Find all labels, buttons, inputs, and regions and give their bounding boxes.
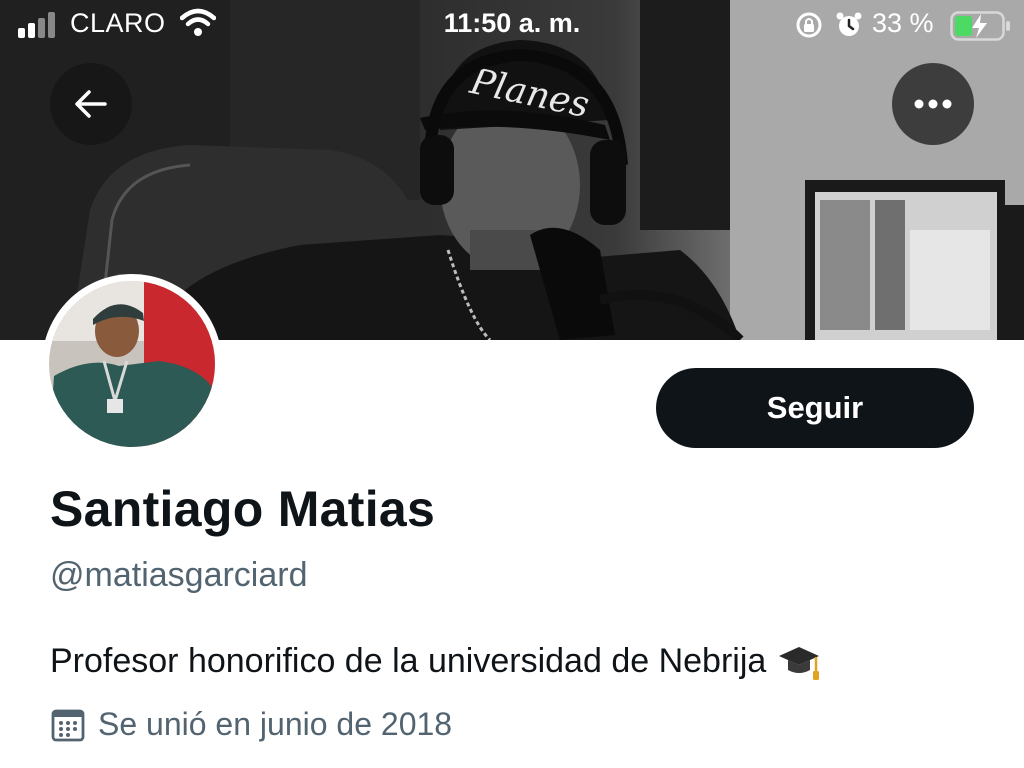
status-time: 11:50 a. m. — [443, 8, 581, 38]
bio-text: Profesor honorifico de la universidad de… — [50, 641, 767, 680]
back-button[interactable] — [50, 63, 132, 145]
more-horizontal-icon — [914, 99, 952, 109]
arrow-left-icon — [75, 90, 107, 118]
username-handle: @matiasgarciard — [50, 556, 308, 594]
joined-text: Se unió en junio de 2018 — [98, 706, 453, 742]
status-bar: CLARO 11:50 a. m. 33 % — [0, 0, 1024, 52]
display-name: Santiago Matias — [50, 481, 436, 537]
more-options-button[interactable] — [892, 63, 974, 145]
battery-percent: 33 % — [872, 8, 934, 38]
alarm-icon — [836, 12, 862, 36]
profile-bio: Profesor honorifico de la universidad de… — [50, 638, 822, 684]
follow-button[interactable]: Seguir — [656, 368, 974, 448]
battery-charging-icon — [950, 11, 1010, 41]
avatar-photo — [49, 281, 215, 447]
graduation-cap-icon — [779, 647, 820, 680]
joined-date: Se unió en junio de 2018 — [50, 706, 452, 743]
rotation-lock-icon — [796, 12, 822, 38]
profile-avatar[interactable] — [42, 274, 222, 454]
calendar-icon — [51, 709, 85, 741]
